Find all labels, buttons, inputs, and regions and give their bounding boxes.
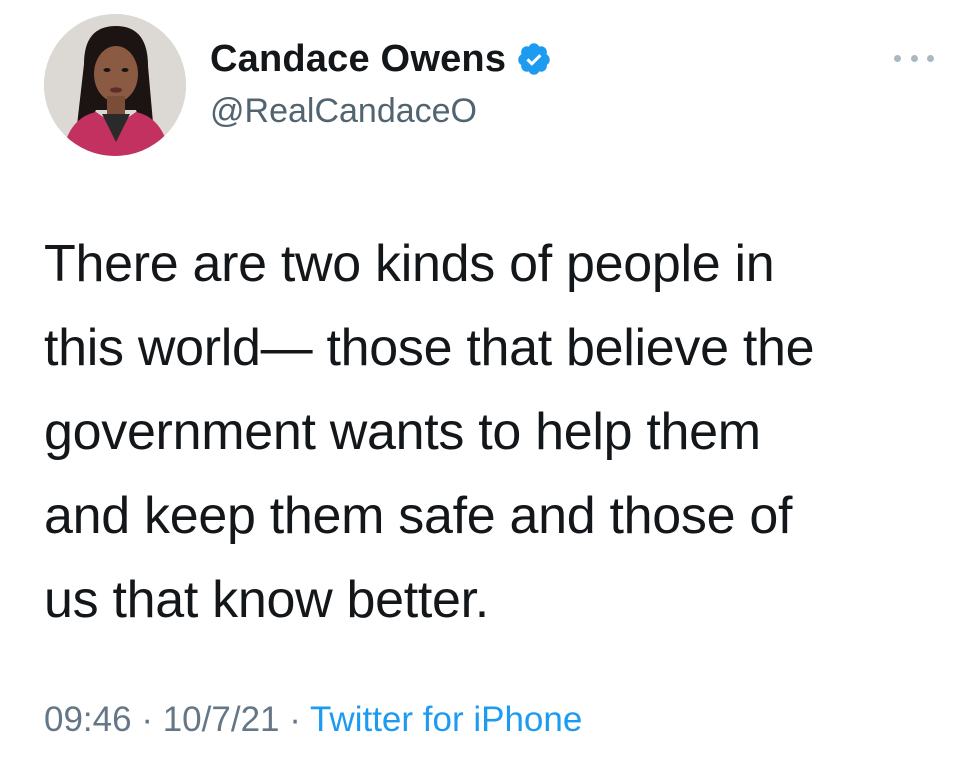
meta-separator: · [141, 700, 163, 739]
more-dot [894, 54, 901, 62]
author-name-row: Candace Owens [210, 34, 552, 84]
tweet-date[interactable]: 10/7/21 [163, 700, 280, 739]
display-name[interactable]: Candace Owens [210, 38, 506, 81]
meta-separator: · [289, 700, 310, 739]
more-dot [910, 54, 918, 62]
more-options-icon[interactable] [894, 48, 934, 68]
more-dot [927, 54, 934, 62]
tweet-text-line: this world— those that believe the [44, 319, 815, 377]
tweet-text-line: and keep them safe and those of [44, 487, 793, 545]
author-handle[interactable]: @RealCandaceO [210, 92, 477, 131]
tweet-card: Candace Owens @RealCandaceO There are tw… [0, 0, 960, 762]
tweet-time[interactable]: 09:46 [44, 700, 132, 739]
tweet-meta: 09:46 · 10/7/21 · Twitter for iPhone [44, 700, 582, 740]
tweet-text-line: government wants to help them [44, 403, 761, 461]
tweet-text-line: There are two kinds of people in [44, 235, 775, 293]
tweet-source-link[interactable]: Twitter for iPhone [310, 700, 582, 739]
tweet-text-line: us that know better. [44, 571, 489, 629]
verified-badge-icon [516, 41, 552, 77]
avatar[interactable] [44, 14, 186, 156]
tweet-text: There are two kinds of people in this wo… [44, 222, 924, 642]
avatar-image [44, 14, 186, 156]
